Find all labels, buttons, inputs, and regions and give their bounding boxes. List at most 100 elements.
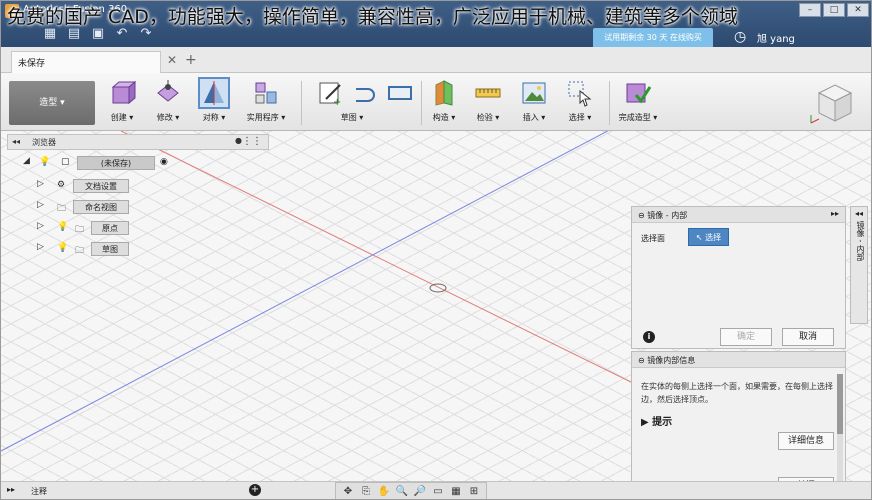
bulb-icon[interactable]: 💡 (57, 243, 68, 253)
sketch-rectangle-icon (388, 86, 412, 100)
tool-finish-form[interactable]: 完成造型 ▾ (615, 79, 661, 129)
origin-marker (429, 283, 447, 293)
tool-finish-form-label: 完成造型 (618, 113, 651, 122)
info-icon[interactable]: i (643, 331, 655, 343)
symmetry-icon (198, 77, 230, 109)
folder-icon: 🗀 (75, 246, 85, 256)
select-button[interactable]: ↖ 选择 (688, 228, 729, 246)
quick-access-toolbar: ▦ ▤ ▣ ↶ ↷ (41, 25, 155, 43)
new-tab-button[interactable]: + (185, 52, 197, 68)
sketch-icon: + (319, 82, 341, 107)
folder-icon: 🗀 (57, 204, 67, 214)
side-panel-tab[interactable]: ◂◂ 镜像 - 内部 (850, 206, 868, 324)
tool-create-label: 创建 (110, 113, 127, 122)
inspect-ruler-icon (475, 88, 501, 98)
component-icon: ▢ (61, 157, 70, 167)
help-scrollbar[interactable] (837, 374, 843, 492)
tool-modify[interactable]: 修改 ▾ (145, 79, 191, 129)
expand-triangle-icon[interactable]: ▷ (37, 200, 44, 210)
item-label: 草图 (91, 242, 129, 256)
tab-document[interactable]: 未保存 (11, 51, 161, 73)
pin-icon[interactable]: ● (235, 136, 242, 145)
save-icon[interactable]: ▣ (89, 25, 107, 43)
collapse-triangle-icon[interactable]: ◢ (23, 156, 30, 166)
window-controls: – □ ✕ (799, 3, 869, 17)
browser-item[interactable]: ▷ 💡 🗀 原点 (37, 221, 137, 235)
collapse-browser-icon[interactable]: ◂◂ (12, 137, 20, 146)
svg-text:+: + (333, 97, 341, 107)
activate-radio-icon[interactable]: ◉ (160, 157, 168, 167)
ok-button[interactable]: 确定 (720, 328, 772, 346)
close-button[interactable]: ✕ (847, 3, 869, 17)
expand-triangle-icon[interactable]: ▷ (37, 221, 44, 231)
side-tab-label: 镜像 - 内部 (856, 221, 865, 261)
minus-circle-icon[interactable]: ⊖ (638, 211, 645, 220)
expand-dialog-icon[interactable]: ▸▸ (831, 209, 839, 218)
orbit-icon[interactable]: ✥ (340, 484, 356, 499)
viewcube-icon[interactable] (809, 79, 857, 127)
job-status-icon[interactable]: ◷ (734, 29, 746, 45)
collapse-side-icon[interactable]: ◂◂ (855, 209, 863, 218)
tab-close-icon[interactable]: ✕ (167, 53, 177, 67)
browser-root-node[interactable]: ◢ 💡 ▢ (未保存) ◉ (23, 156, 168, 170)
tool-symmetry-label: 对称 (202, 113, 219, 122)
select-button-label: 选择 (705, 233, 722, 242)
look-at-icon[interactable]: ⎘ (358, 484, 374, 499)
x-axis-line (120, 131, 642, 388)
viewports-icon[interactable]: ⊞ (466, 484, 482, 499)
create-cube-icon (111, 80, 136, 105)
maximize-button[interactable]: □ (823, 3, 845, 17)
expand-triangle-icon[interactable]: ▷ (37, 179, 44, 189)
zoom-window-icon[interactable]: 🔎 (412, 484, 428, 499)
tool-utilities[interactable]: 实用程序 ▾ (243, 79, 289, 129)
app-window: Autodesk Fusion 360 ▦ ▤ ▣ ↶ ↷ 试用期剩余 30 天… (0, 0, 872, 500)
help-title: 镜像内部信息 (647, 356, 696, 365)
gear-icon: ⚙ (57, 180, 66, 190)
tool-construct[interactable]: 构造 ▾ (421, 79, 467, 129)
item-label: 原点 (91, 221, 129, 235)
select-face-label: 选择面 (641, 234, 665, 243)
cancel-button[interactable]: 取消 (782, 328, 834, 346)
browser-item[interactable]: ▷ ⚙ 文档设置 (37, 179, 137, 193)
item-label: 文档设置 (73, 179, 129, 193)
trial-promo-button[interactable]: 试用期剩余 30 天 在线购买 (593, 28, 713, 48)
tip-label: 提示 (652, 417, 673, 428)
tool-insert-label: 插入 (522, 113, 539, 122)
ribbon-separator (609, 81, 610, 125)
add-note-icon[interactable]: + (249, 484, 261, 496)
tool-select-label: 选择 (568, 113, 585, 122)
tool-create[interactable]: 创建 ▾ (99, 79, 145, 129)
ribbon-toolbar: 造型 ▾ 创建 ▾ 修改 ▾ 对称 ▾ 实用程序 ▾ + 草图 ▾ 构造 ▾ 检… (1, 73, 871, 131)
tool-inspect[interactable]: 检验 ▾ (465, 79, 511, 129)
scroll-thumb[interactable] (837, 374, 843, 434)
minimize-button[interactable]: – (799, 3, 821, 17)
zoom-icon[interactable]: 🔍 (394, 484, 410, 499)
expand-triangle-icon[interactable]: ▷ (37, 242, 44, 252)
display-settings-icon[interactable]: ▭ (430, 484, 446, 499)
undo-icon[interactable]: ↶ (113, 25, 131, 43)
grid-settings-icon[interactable]: ▦ (448, 484, 464, 499)
details-button[interactable]: 详细信息 (778, 432, 834, 450)
tab-document-label: 未保存 (18, 59, 46, 69)
grid-menu-icon[interactable]: ▦ (41, 25, 59, 43)
user-menu[interactable]: 旭 yang (757, 30, 795, 45)
document-tab-bar: 未保存 ✕ + (1, 47, 871, 73)
tool-sketch-rect[interactable] (377, 79, 423, 129)
file-icon[interactable]: ▤ (65, 25, 83, 43)
browser-item[interactable]: ▷ 🗀 命名视图 (37, 200, 137, 214)
minus-circle-icon[interactable]: ⊖ (638, 356, 645, 365)
help-header: ⊖ 镜像内部信息 (632, 352, 845, 368)
tip-toggle[interactable]: ▶ 提示 (641, 413, 672, 428)
bulb-icon[interactable]: 💡 (39, 157, 50, 167)
workspace-switcher[interactable]: 造型 ▾ (9, 81, 95, 125)
folder-icon: 🗀 (75, 225, 85, 235)
bulb-icon[interactable]: 💡 (57, 222, 68, 232)
browser-item[interactable]: ▷ 💡 🗀 草图 (37, 242, 137, 256)
tool-insert[interactable]: 插入 ▾ (511, 79, 557, 129)
pan-hand-icon[interactable]: ✋ (376, 484, 392, 499)
browser-more-icon[interactable]: ⋮⋮ (242, 136, 262, 147)
tool-select[interactable]: 选择 ▾ (557, 79, 603, 129)
tool-symmetry[interactable]: 对称 ▾ (191, 77, 237, 129)
expand-notes-icon[interactable]: ▸▸ (7, 485, 15, 494)
redo-icon[interactable]: ↷ (137, 25, 155, 43)
